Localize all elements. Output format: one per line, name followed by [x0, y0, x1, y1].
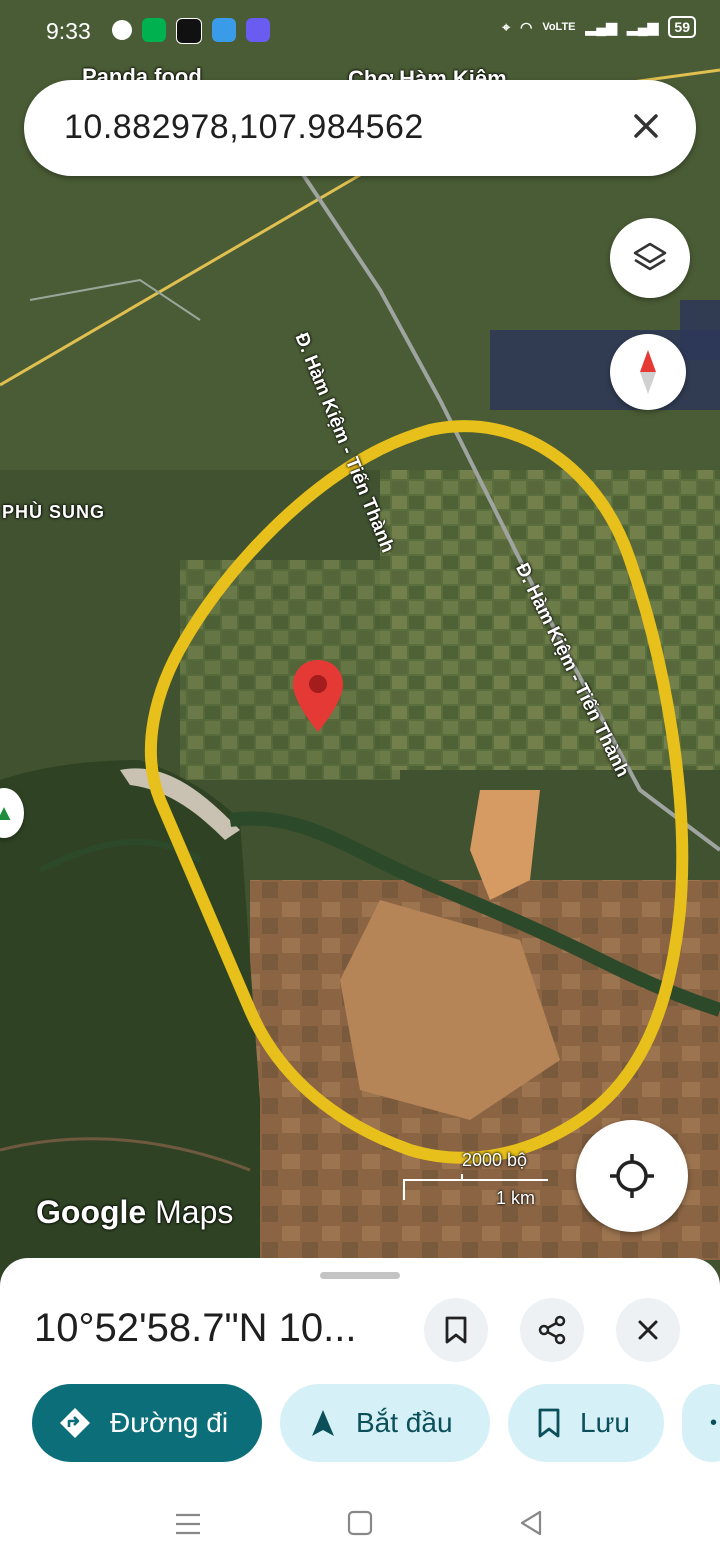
directions-label: Đường đi: [110, 1407, 229, 1438]
more-icon: •: [710, 1411, 718, 1434]
grab-icon: [142, 18, 166, 42]
share-icon: [538, 1315, 566, 1345]
save-icon-button[interactable]: [424, 1298, 488, 1362]
watermark-product: Maps: [155, 1194, 234, 1230]
cloud-icon: [246, 18, 270, 42]
sheet-drag-handle[interactable]: [320, 1272, 400, 1279]
close-sheet-button[interactable]: [616, 1298, 680, 1362]
save-label: Lưu: [580, 1407, 630, 1438]
search-query[interactable]: 10.882978,107.984562: [64, 108, 424, 147]
start-button[interactable]: Bắt đầu: [280, 1384, 490, 1462]
status-right: ⌖ ◠ VoLTE ▂▄▆ ▂▄▆ 59: [502, 16, 696, 38]
satellite-map[interactable]: 9:33 ⌖ ◠ VoLTE ▂▄▆ ▂▄▆ 59 Panda food Chợ…: [0, 0, 720, 1290]
start-label: Bắt đầu: [356, 1407, 453, 1438]
signal-icon: ▂▄▆: [585, 18, 617, 35]
place-title: 10°52'58.7"N 10...: [34, 1306, 357, 1350]
back-icon[interactable]: [518, 1510, 544, 1536]
signal-icon-2: ▂▄▆: [626, 18, 659, 35]
watermark-brand: Google: [36, 1194, 147, 1230]
more-chip[interactable]: •: [682, 1384, 720, 1462]
google-maps-watermark: Google Maps: [36, 1194, 233, 1231]
search-bar[interactable]: 10.882978,107.984562: [24, 80, 696, 176]
status-time: 9:33: [46, 18, 91, 44]
facebook-icon: [112, 20, 132, 40]
scale-label-km: 1 km: [496, 1188, 536, 1208]
scale-label-feet: 2000 bộ: [462, 1150, 528, 1170]
bottom-sheet[interactable]: 10°52'58.7"N 10... Đường đi Bắt đầu Lưu …: [0, 1258, 720, 1560]
crosshair-icon: [610, 1154, 654, 1198]
battery-indicator: 59: [668, 16, 696, 38]
status-bar: 9:33 ⌖ ◠ VoLTE ▂▄▆ ▂▄▆ 59: [0, 0, 720, 62]
tree-icon: ▲: [0, 800, 15, 825]
close-icon[interactable]: [626, 106, 666, 146]
navigation-arrow-icon: [312, 1410, 334, 1436]
map-imagery: [0, 0, 720, 1290]
compass-button[interactable]: [610, 334, 686, 410]
layers-icon: [633, 242, 667, 271]
layers-button[interactable]: [610, 218, 690, 298]
wifi-icon: ◠: [520, 18, 533, 35]
recents-icon[interactable]: [174, 1512, 202, 1536]
my-location-button[interactable]: [576, 1120, 688, 1232]
home-icon[interactable]: [347, 1510, 373, 1536]
directions-icon: [60, 1408, 90, 1438]
directions-button[interactable]: Đường đi: [32, 1384, 262, 1462]
close-icon: [638, 1320, 658, 1340]
tiktok-icon: [176, 18, 202, 44]
place-label-phu-sung: PHÙ SUNG: [2, 502, 106, 522]
volte-label: VoLTE: [542, 21, 576, 33]
bookmark-icon: [445, 1316, 467, 1344]
save-button[interactable]: Lưu: [508, 1384, 664, 1462]
share-button[interactable]: [520, 1298, 584, 1362]
bookmark-icon: [538, 1408, 560, 1438]
system-nav-bar: [0, 1490, 720, 1560]
compass-icon: [640, 350, 656, 394]
location-pin-icon[interactable]: [290, 658, 346, 734]
messenger-icon: [212, 18, 236, 42]
location-icon: ⌖: [502, 18, 511, 35]
notification-icons: [112, 18, 270, 44]
